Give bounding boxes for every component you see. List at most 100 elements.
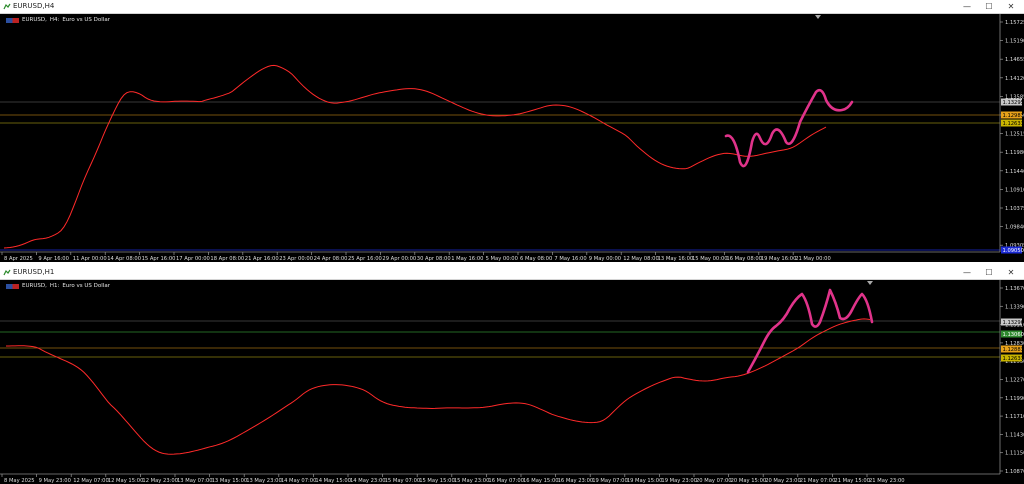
chart-window-icon: [3, 3, 11, 10]
time-axis-label: 16 May 15:00: [523, 478, 559, 484]
price-axis-label: 1.11980: [1005, 150, 1024, 156]
price-badge-label: 1.12983: [1003, 113, 1024, 119]
currency-flags-icon: [6, 17, 19, 23]
price-axis-label: 1.15725: [1005, 20, 1024, 26]
time-axis-label: 24 Apr 08:00: [314, 256, 348, 262]
currency-flags-icon: [6, 283, 19, 289]
price-badge-label: 1.09050: [1003, 248, 1024, 254]
time-axis-label: 23 Apr 00:00: [279, 256, 313, 262]
time-axis-label: 16 May 23:00: [558, 478, 594, 484]
price-axis-label: 1.15190: [1005, 39, 1024, 45]
chart-canvas[interactable]: 1.136701.133901.131101.128301.125501.122…: [0, 280, 1024, 484]
price-axis-label: 1.11710: [1005, 414, 1024, 420]
time-axis-label: 29 Apr 00:00: [382, 256, 416, 262]
time-axis-label: 16 May 08:00: [726, 256, 762, 262]
price-axis-label: 1.12515: [1005, 132, 1024, 138]
time-axis-label: 19 May 16:00: [761, 256, 797, 262]
time-axis-label: 14 May 07:00: [281, 478, 317, 484]
timeframe-label: H4:: [49, 17, 60, 23]
price-axis-label: 1.10910: [1005, 187, 1024, 193]
time-axis-label: 20 May 07:00: [696, 478, 732, 484]
price-axis-label: 1.13390: [1005, 304, 1024, 310]
chart-symbol-label: EURUSD, H4: Euro vs US Dollar: [6, 17, 110, 23]
time-axis-label: 15 May 23:00: [454, 478, 490, 484]
time-axis-label: 12 May 15:00: [108, 478, 144, 484]
price-axis-label: 1.14120: [1005, 76, 1024, 82]
time-axis-label: 13 May 15:00: [212, 478, 248, 484]
price-axis-label: 1.14655: [1005, 57, 1024, 63]
symbol-name: EURUSD,: [22, 283, 47, 289]
time-axis-label: 12 May 23:00: [142, 478, 178, 484]
time-axis-label: 21 May 07:00: [800, 478, 836, 484]
chart-window-h4[interactable]: EURUSD,H4 — ☐ ✕ 1.15725 1.15190 1.14655 1.1…: [0, 0, 1024, 262]
maximize-button[interactable]: ☐: [978, 0, 1000, 13]
time-axis-label: 15 May 15:00: [419, 478, 455, 484]
price-badge-label: 1.12633: [1003, 356, 1024, 362]
chart-window-h1[interactable]: EURUSD,H1 — ☐ ✕ 1.136701.133901.131101.1…: [0, 266, 1024, 484]
time-axis-label: 15 May 00:00: [692, 256, 728, 262]
time-axis-label: 14 May 15:00: [315, 478, 351, 484]
price-badge-label: 1.13296: [1003, 320, 1024, 326]
time-axis-label: 18 Apr 08:00: [210, 256, 244, 262]
window-titlebar[interactable]: EURUSD,H4 — ☐ ✕: [0, 0, 1024, 14]
symbol-name: EURUSD,: [22, 17, 47, 23]
chart-symbol-label: EURUSD, H1: Euro vs US Dollar: [6, 283, 110, 289]
time-axis-label: 1 May 16:00: [451, 256, 483, 262]
time-axis-label: 11 Apr 00:00: [73, 256, 107, 262]
price-axis-label: 1.12270: [1005, 378, 1024, 384]
time-axis-label: 15 May 07:00: [385, 478, 421, 484]
price-chart-h4[interactable]: 1.157251.151901.146551.141201.135851.130…: [0, 14, 1024, 262]
time-axis-label: 25 Apr 16:00: [348, 256, 382, 262]
time-axis-label: 21 May 00:00: [795, 256, 831, 262]
chart-canvas[interactable]: 1.157251.151901.146551.141201.135851.130…: [0, 14, 1024, 262]
time-axis-label: 12 May 08:00: [623, 256, 659, 262]
time-axis-label: 15 Apr 16:00: [142, 256, 176, 262]
price-badge-label: 1.13295: [1003, 100, 1024, 106]
timeframe-label: H1:: [49, 283, 60, 289]
time-axis-label: 16 May 07:00: [488, 478, 524, 484]
time-axis-label: 12 May 07:00: [73, 478, 109, 484]
price-axis-label: 1.11446: [1005, 169, 1024, 175]
moving-average-line: [6, 318, 871, 455]
price-axis-label: 1.09840: [1005, 225, 1024, 231]
time-axis-label: 14 Apr 08:00: [107, 256, 141, 262]
window-title: EURUSD,H4: [13, 2, 55, 10]
minimize-button[interactable]: —: [956, 0, 978, 13]
time-axis-label: 21 Apr 16:00: [245, 256, 279, 262]
symbol-description: Euro vs US Dollar: [62, 283, 110, 289]
pen-drawing-line: [746, 288, 874, 374]
price-axis-label: 1.11430: [1005, 432, 1024, 438]
moving-average-line: [3, 64, 827, 249]
price-axis-label: 1.10375: [1005, 206, 1024, 212]
time-axis-label: 20 May 15:00: [731, 478, 767, 484]
time-axis-label: 8 May 2025: [4, 478, 35, 484]
time-axis-label: 5 May 00:00: [486, 256, 518, 262]
time-axis-label: 21 May 23:00: [869, 478, 905, 484]
price-axis-label: 1.11990: [1005, 396, 1024, 402]
time-axis-label: 17 Apr 00:00: [176, 256, 210, 262]
time-axis-label: 6 May 08:00: [520, 256, 552, 262]
close-button[interactable]: ✕: [1000, 266, 1022, 279]
maximize-button[interactable]: ☐: [978, 266, 1000, 279]
price-axis-label: 1.10870: [1005, 469, 1024, 475]
time-axis-label: 9 May 00:00: [589, 256, 621, 262]
minimize-button[interactable]: —: [956, 266, 978, 279]
window-title: EURUSD,H1: [13, 268, 55, 276]
time-axis-label: 30 Apr 08:00: [417, 256, 451, 262]
window-titlebar[interactable]: EURUSD,H1 — ☐ ✕: [0, 266, 1024, 280]
pen-drawing-line: [724, 88, 854, 168]
price-chart-h1[interactable]: 1.136701.133901.131101.128301.125501.122…: [0, 280, 1024, 484]
time-axis-label: 19 May 07:00: [592, 478, 628, 484]
chart-shift-icon: [867, 281, 873, 285]
time-axis-label: 8 Apr 2025: [4, 256, 33, 262]
close-button[interactable]: ✕: [1000, 0, 1022, 13]
time-axis-label: 19 May 23:00: [661, 478, 697, 484]
time-axis-label: 13 May 16:00: [658, 256, 694, 262]
price-axis-label: 1.13670: [1005, 286, 1024, 292]
price-badge-label: 1.12883: [1003, 347, 1024, 353]
chart-shift-icon: [815, 15, 821, 19]
time-axis-label: 19 May 15:00: [627, 478, 663, 484]
time-axis-label: 13 May 07:00: [177, 478, 213, 484]
time-axis-label: 7 May 16:00: [554, 256, 586, 262]
chart-window-icon: [3, 269, 11, 276]
